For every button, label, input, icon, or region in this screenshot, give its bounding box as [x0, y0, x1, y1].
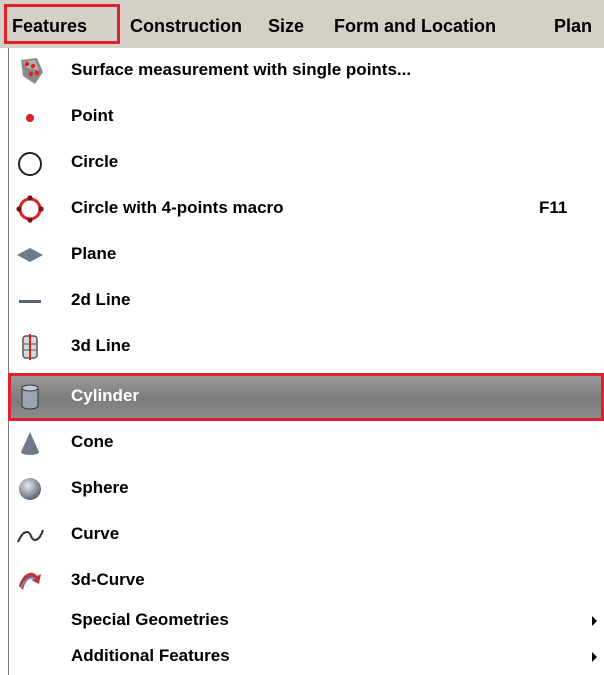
menu-item-cylinder[interactable]: Cylinder	[9, 374, 604, 420]
point-icon	[15, 102, 45, 132]
submenu-arrow-icon	[592, 616, 597, 626]
menu-item-3d-line[interactable]: 3d Line	[9, 324, 604, 370]
plane-icon	[15, 240, 45, 270]
menu-item-3d-curve[interactable]: 3d-Curve	[9, 558, 604, 604]
cylinder-icon	[15, 382, 45, 412]
menu-item-surface-measurement[interactable]: Surface measurement with single points..…	[9, 48, 604, 94]
3d-curve-icon	[15, 566, 45, 596]
menu-form-and-location[interactable]: Form and Location	[334, 14, 496, 38]
circle-icon	[15, 148, 45, 178]
features-dropdown: Surface measurement with single points..…	[8, 48, 604, 675]
menu-item-cone[interactable]: Cone	[9, 420, 604, 466]
menu-item-circle[interactable]: Circle	[9, 140, 604, 186]
submenu-arrow-icon	[592, 652, 597, 662]
curve-icon	[15, 520, 45, 550]
shortcut-f11: F11	[539, 198, 568, 217]
menu-item-point[interactable]: Point	[9, 94, 604, 140]
circle-4points-icon	[15, 194, 45, 224]
menu-item-plane[interactable]: Plane	[9, 232, 604, 278]
menu-item-curve[interactable]: Curve	[9, 512, 604, 558]
cone-icon	[15, 428, 45, 458]
menu-item-2d-line[interactable]: 2d Line	[9, 278, 604, 324]
2d-line-icon	[15, 286, 45, 316]
active-menu-highlight	[4, 4, 120, 44]
menu-item-additional-features[interactable]: Additional Features	[9, 640, 604, 675]
menu-bar: Features Construction Size Form and Loca…	[0, 0, 604, 48]
menu-plan[interactable]: Plan	[554, 14, 592, 38]
menu-item-special-geometries[interactable]: Special Geometries	[9, 604, 604, 640]
menu-size[interactable]: Size	[268, 14, 304, 38]
menu-item-circle-4points[interactable]: Circle with 4-points macro F11	[9, 186, 604, 232]
surface-points-icon	[15, 56, 45, 86]
3d-line-icon	[15, 332, 45, 362]
sphere-icon	[15, 474, 45, 504]
menu-item-sphere[interactable]: Sphere	[9, 466, 604, 512]
menu-construction[interactable]: Construction	[130, 14, 242, 38]
